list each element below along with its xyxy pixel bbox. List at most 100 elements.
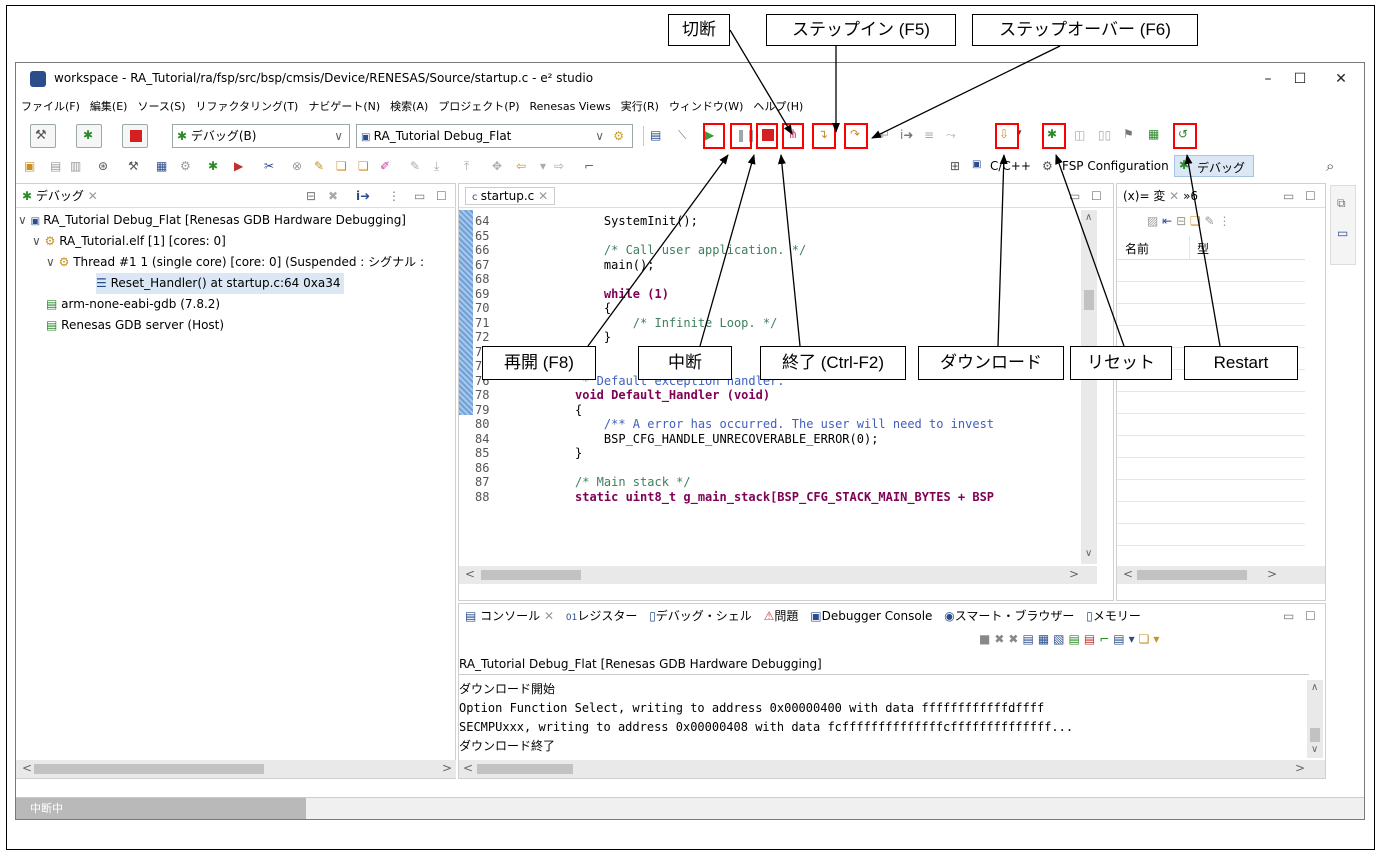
forward-icon[interactable]: ⇨ [554,159,570,175]
close-tab-icon[interactable]: ✕ [88,189,98,203]
chevron-down-icon[interactable]: ▾ [1017,128,1033,144]
view-menu-icon[interactable]: ⋮ [388,184,400,208]
show-type-icon[interactable]: ▨ [1147,214,1158,228]
scroll-right-icon[interactable]: > [442,761,452,775]
open-file-icon[interactable]: ❏ [358,159,374,175]
pin-console-icon[interactable]: ⌐ [1099,632,1113,646]
scroll-left-icon[interactable]: < [465,567,475,581]
scroll-left-icon[interactable]: < [22,761,32,775]
variables-horizontal-scrollbar[interactable]: < > [1117,566,1325,584]
console-output[interactable]: ダウンロード開始 Option Function Select, writing … [459,680,1305,758]
debug-tree-row[interactable]: ☰ Reset_Handler() at startup.c:64 0xa34 [96,273,345,294]
next-annotation-icon[interactable]: ⤓ [434,159,450,175]
instruction-stepping-icon[interactable]: i➜ [900,128,916,144]
external-tools-icon[interactable]: ✂ [264,159,280,175]
open-console-icon[interactable]: ❏▾ [1139,632,1164,646]
annotation-icon[interactable]: ✎ [410,159,426,175]
stop-icon[interactable]: ■ [979,632,994,646]
scroll-left-icon[interactable]: < [463,761,473,775]
menu-navigate[interactable]: ナビゲート(N) [303,95,385,119]
menu-refactor[interactable]: リファクタリング(T) [190,95,303,119]
collapse-icon[interactable]: ⇤ [1162,214,1172,228]
variables-tab[interactable]: (x)= 変 [1123,189,1165,203]
trace-icon[interactable]: ⚑ [1123,127,1139,143]
debug-launch-button[interactable]: ✱ [76,124,102,148]
stop-launch-button[interactable] [122,124,148,148]
menu-renesas-views[interactable]: Renesas Views [525,95,616,119]
prev-annotation-icon[interactable]: ⤒ [464,159,480,175]
remove-all-icon[interactable]: ✖ [1008,632,1022,646]
menu-file[interactable]: ファイル(F) [16,95,85,119]
close-tab-icon[interactable]: ✕ [1169,189,1179,203]
last-edit-icon[interactable]: ✥ [492,159,508,175]
debug-tree-row[interactable]: ▤ Renesas GDB server (Host) [46,315,224,336]
export-icon[interactable]: ✎ [1205,214,1215,228]
perspective-cc[interactable]: C/C++ [990,159,1031,173]
save-icon[interactable]: ▤ [50,159,66,175]
menu-edit[interactable]: 編集(E) [85,95,133,119]
debug-tree-row[interactable]: ▤ arm-none-eabi-gdb (7.8.2) [46,294,220,315]
drop-to-frame-icon[interactable]: ≡ [924,128,940,144]
minimize-view-icon[interactable]: ▭ [1069,184,1080,208]
pencil-icon[interactable]: ✎ [314,159,330,175]
save-all-icon[interactable]: ▥ [70,159,86,175]
scrollbar-thumb[interactable] [481,570,581,580]
restore-icon[interactable]: ⧉ [1337,196,1346,211]
console-icon[interactable]: ▤ [650,128,666,144]
open-perspective-icon[interactable]: ⊞ [950,159,966,175]
new-icon[interactable]: ▣ [24,159,40,175]
close-tab-icon[interactable]: ✕ [538,189,548,203]
show-on-output-icon[interactable]: ▤ [1069,632,1084,646]
columns-icon[interactable]: ⊟ [1176,214,1186,228]
remove-launch-icon[interactable]: ✖ [994,632,1008,646]
skip-breakpoints-icon[interactable]: ⟍ [678,128,694,144]
horizontal-scrollbar[interactable]: < > [16,760,456,778]
debug-tree-row[interactable]: ∨ ⚙ Thread #1 1 (single core) [core: 0] … [46,252,454,273]
step-return-icon[interactable]: ↵ [880,128,896,144]
column-type-header[interactable]: 型 [1197,240,1209,257]
maximize-view-icon[interactable]: ☐ [1305,184,1316,208]
pin-editor-icon[interactable]: ⌐ [584,159,600,175]
run-icon[interactable]: ▶ [234,159,250,175]
tab-problems[interactable]: 問題 [774,609,798,623]
menu-search[interactable]: 検索(A) [385,95,433,119]
column-name-header[interactable]: 名前 [1125,240,1149,257]
outline-icon[interactable]: ▭ [1337,226,1348,240]
minimize-view-icon[interactable]: ▭ [414,184,425,208]
use-step-filters-icon[interactable]: ⤳ [946,128,962,144]
instruction-step-icon[interactable]: i➜ [356,184,370,208]
back-icon[interactable]: ⇦ [516,159,532,175]
scroll-down-icon[interactable]: ∨ [1311,744,1318,755]
code-area[interactable]: 64 SystemInit(); 65 66 /* Call user applic… [475,214,1095,564]
editor-horizontal-scrollbar[interactable]: < > [459,566,1097,584]
minimize-view-icon[interactable]: ▭ [1283,604,1294,628]
close-tab-icon[interactable]: ✕ [544,609,554,623]
view-menu-icon[interactable]: ⋮ [1218,214,1230,228]
scrollbar-thumb[interactable] [1310,728,1320,742]
scroll-right-icon[interactable]: > [1069,567,1079,581]
scrollbar-thumb[interactable] [1137,570,1247,580]
word-wrap-icon[interactable]: ▧ [1053,632,1068,646]
maximize-button[interactable]: ☐ [1280,67,1320,91]
scroll-lock-icon[interactable]: ▦ [1038,632,1053,646]
tab-debug-shell[interactable]: デバッグ・シェル [656,609,752,623]
scroll-down-icon[interactable]: ∨ [1085,548,1092,559]
scroll-right-icon[interactable]: > [1267,567,1277,581]
minimize-view-icon[interactable]: ▭ [1283,184,1294,208]
run-to-icon[interactable]: ◫ [1074,128,1090,144]
menu-project[interactable]: プロジェクト(P) [433,95,524,119]
menu-run[interactable]: 実行(R) [616,95,664,119]
maximize-view-icon[interactable]: ☐ [1305,604,1316,628]
tab-debugger-console[interactable]: Debugger Console [822,609,933,623]
more-views-indicator[interactable]: »6 [1183,189,1198,203]
settings-icon[interactable]: ⚙ [180,159,196,175]
collapse-all-icon[interactable]: ⊟ [306,184,316,208]
binary-icon[interactable]: ▦ [156,159,172,175]
scroll-left-icon[interactable]: < [1123,567,1133,581]
search-toolbar-icon[interactable]: ⊗ [292,159,308,175]
scroll-up-icon[interactable]: ∧ [1085,212,1092,223]
tab-smart-browser[interactable]: スマート・ブラウザー [955,609,1075,623]
launch-config-combo[interactable]: ▣ RA_Tutorial Debug_Flat ∨ ⚙ [356,124,633,148]
maximize-view-icon[interactable]: ☐ [436,184,447,208]
tab-console[interactable]: コンソール [480,609,540,623]
